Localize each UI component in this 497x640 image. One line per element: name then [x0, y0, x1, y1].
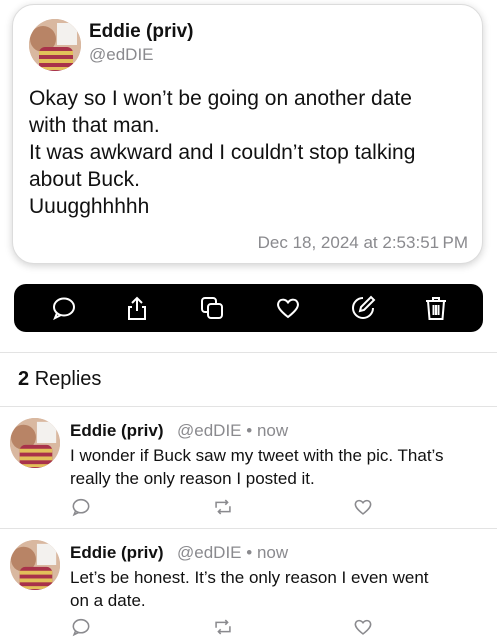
- reply-avatar[interactable]: [10, 418, 60, 468]
- post-author-name[interactable]: Eddie (priv): [89, 21, 194, 43]
- edit-icon[interactable]: [349, 294, 377, 322]
- post-avatar[interactable]: [29, 19, 81, 71]
- divider: [0, 352, 497, 353]
- reply-body-line: on a date.: [70, 591, 146, 610]
- post-body-line: Okay so I won’t be going on another date: [29, 87, 412, 110]
- post-body-line: about Buck.: [29, 168, 140, 191]
- share-icon[interactable]: [123, 294, 151, 322]
- reply-time: now: [256, 421, 289, 440]
- post-body: Okay so I won’t be going on another date…: [29, 85, 469, 220]
- meta-separator: •: [246, 421, 253, 440]
- replies-count: 2: [18, 368, 30, 390]
- reply-comment-icon[interactable]: [70, 616, 92, 638]
- reply-heart-icon[interactable]: [352, 616, 374, 638]
- post-body-line: with that man.: [29, 114, 160, 137]
- reply-body-line: Let’s be honest. It’s the only reason I …: [70, 568, 429, 587]
- reply-author-handle[interactable]: @edDIE: [177, 421, 242, 440]
- reply-body: I wonder if Buck saw my tweet with the p…: [70, 444, 490, 490]
- reply-time: now: [256, 543, 289, 562]
- reply-body: Let’s be honest. It’s the only reason I …: [70, 566, 490, 612]
- post-action-toolbar: [14, 284, 483, 332]
- heart-icon[interactable]: [274, 294, 302, 322]
- post-card: Eddie (priv) @edDIE Okay so I won’t be g…: [12, 4, 483, 264]
- reply-comment-icon[interactable]: [70, 496, 92, 518]
- reply-body-line: I wonder if Buck saw my tweet with the p…: [70, 446, 444, 465]
- reply-meta: @edDIE • now: [177, 543, 288, 563]
- trash-icon[interactable]: [422, 294, 450, 322]
- comment-icon[interactable]: [50, 294, 78, 322]
- reply-author-handle[interactable]: @edDIE: [177, 543, 242, 562]
- meta-separator: •: [246, 543, 253, 562]
- reply-repost-icon[interactable]: [212, 616, 234, 638]
- reply-heart-icon[interactable]: [352, 496, 374, 518]
- reply-author-name[interactable]: Eddie (priv): [70, 543, 164, 563]
- replies-header: 2 Replies: [18, 368, 101, 391]
- post-body-line: Uuugghhhhh: [29, 195, 150, 218]
- post-timestamp: Dec 18, 2024 at 2:53:51 PM: [257, 233, 468, 252]
- post-author-handle[interactable]: @edDIE: [89, 45, 154, 65]
- divider: [0, 528, 497, 529]
- reply-meta: @edDIE • now: [177, 421, 288, 441]
- post-body-line: It was awkward and I couldn’t stop talki…: [29, 141, 416, 164]
- reply-avatar[interactable]: [10, 540, 60, 590]
- replies-label: Replies: [34, 368, 102, 390]
- reply-body-line: really the only reason I posted it.: [70, 469, 315, 488]
- reply-repost-icon[interactable]: [212, 496, 234, 518]
- copy-icon[interactable]: [198, 294, 226, 322]
- reply-author-name[interactable]: Eddie (priv): [70, 421, 164, 441]
- divider: [0, 406, 497, 407]
